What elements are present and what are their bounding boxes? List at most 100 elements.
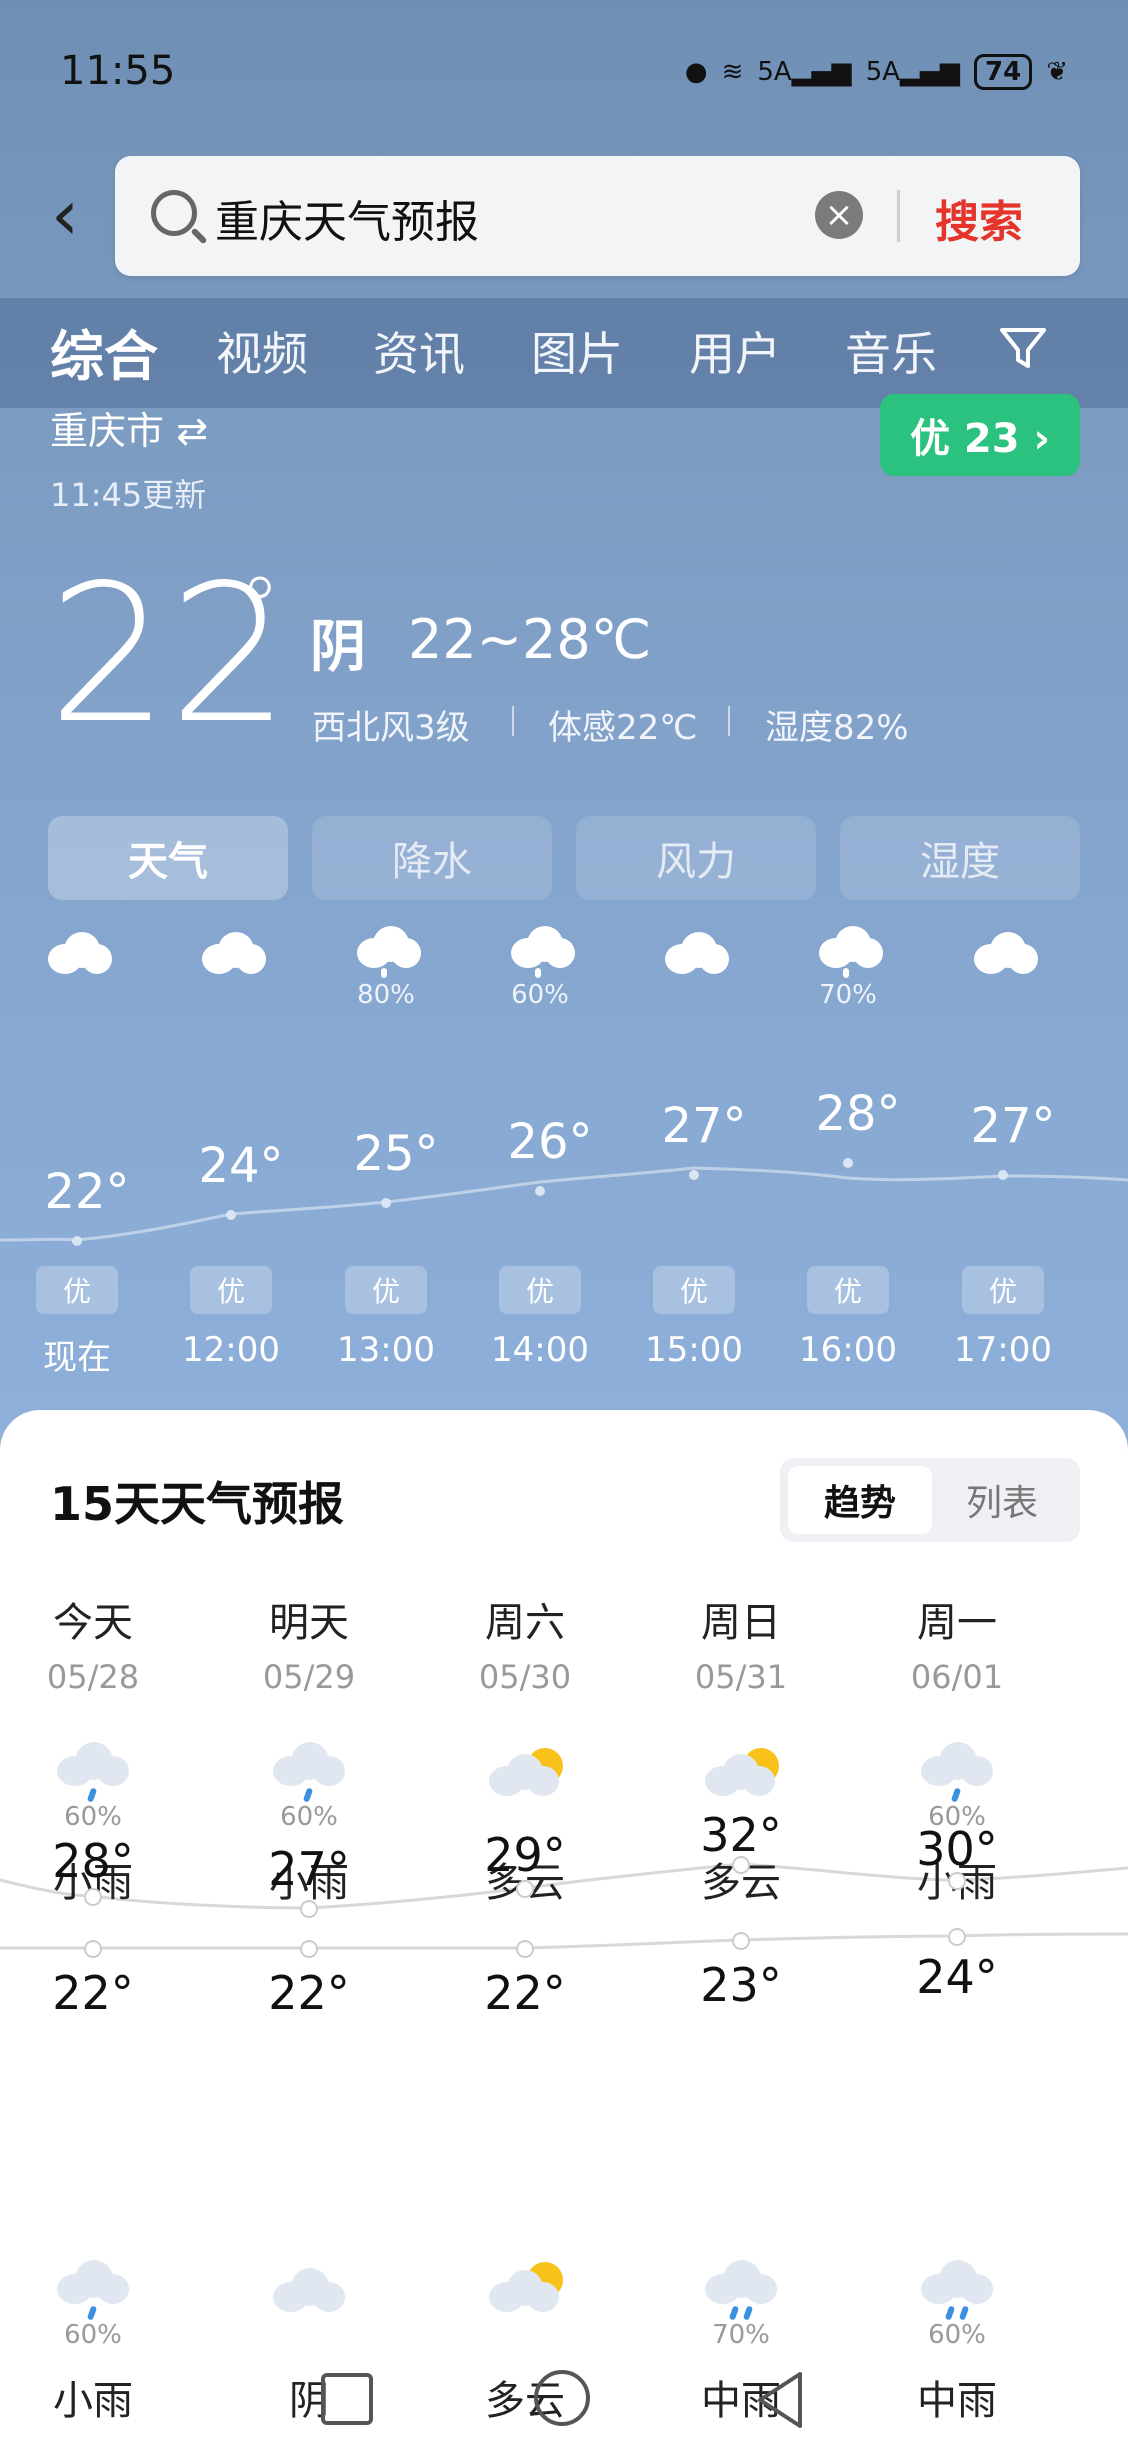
back-nav-button[interactable] [750, 2370, 810, 2430]
day-high: 28° [52, 1834, 134, 1888]
day-high: 30° [916, 1822, 998, 1876]
hourly-dot [998, 1170, 1008, 1180]
trend-toggle[interactable]: 趋势 [788, 1466, 932, 1534]
rain-cloud-icon [53, 2260, 133, 2321]
rain-cloud-icon [505, 926, 575, 978]
current-temp-degree: ° [240, 560, 280, 653]
search-input[interactable]: 重庆天气预报 [215, 186, 479, 250]
filter-icon[interactable] [998, 322, 1048, 372]
cloud-icon [968, 930, 1038, 974]
divider [897, 190, 900, 242]
high-dot [732, 1856, 750, 1874]
hourly-item: 70% [788, 926, 908, 1010]
list-toggle[interactable]: 列表 [932, 1466, 1072, 1534]
status-icons: ● ≋ 5A▂▄▆ 5A▂▄▆ 74 ❦ [685, 54, 1068, 90]
rain-cloud-icon [351, 926, 421, 978]
metric-tab-precip[interactable]: 降水 [312, 816, 552, 900]
low-dot [732, 1932, 750, 1950]
hourly-dot [72, 1236, 82, 1246]
tab-images[interactable]: 图片 [531, 318, 623, 384]
hourly-item [943, 930, 1063, 1010]
hourly-item [634, 930, 754, 1010]
hourly-dot [843, 1158, 853, 1168]
feels-like: 体感22℃ [548, 708, 698, 748]
recent-apps-button[interactable] [318, 2370, 378, 2430]
wind: 西北风3级 [312, 708, 470, 748]
day-low: 24° [916, 1950, 998, 2004]
metric-tab-humidity[interactable]: 湿度 [840, 816, 1080, 900]
meta-divider [728, 706, 730, 736]
current-condition: 阴 [310, 615, 366, 680]
day-high: 32° [700, 1808, 782, 1862]
hourly-item [17, 930, 137, 1010]
home-button[interactable] [532, 2370, 596, 2430]
night-column: 60% 小雨 [13, 2260, 173, 2426]
search-button[interactable]: 搜索 [935, 186, 1023, 250]
hourly-temp: 25° [353, 1126, 439, 1182]
tab-music[interactable]: 音乐 [845, 318, 937, 384]
hourly-temp: 27° [970, 1098, 1056, 1154]
cloud-icon [659, 930, 729, 974]
humidity: 湿度82% [765, 708, 909, 748]
hourly-temp: 28° [815, 1086, 901, 1142]
hourly-aq-badge: 优 [807, 1266, 889, 1314]
hourly-item [171, 930, 291, 1010]
tab-all[interactable]: 综合 [50, 312, 158, 391]
cloud-icon [196, 930, 266, 974]
day-low: 22° [52, 1966, 134, 2020]
search-icon [151, 190, 197, 236]
battery-icon: 74 [974, 54, 1033, 90]
low-dot [300, 1940, 318, 1958]
tab-news[interactable]: 资讯 [373, 318, 465, 384]
tab-video[interactable]: 视频 [216, 318, 308, 384]
rain-cloud-icon [269, 1742, 349, 1803]
hourly-item: 80% [326, 926, 446, 1010]
rain-cloud-icon [917, 2260, 997, 2321]
clear-icon[interactable]: × [815, 191, 863, 239]
hourly-item: 60% [480, 926, 600, 1010]
day-low: 22° [268, 1966, 350, 2020]
hourly-dot [689, 1170, 699, 1180]
low-dot [948, 1928, 966, 1946]
hourly-aq-badge: 优 [499, 1266, 581, 1314]
hourly-aq-badge: 优 [345, 1266, 427, 1314]
metric-tab-wind[interactable]: 风力 [576, 816, 816, 900]
tab-users[interactable]: 用户 [689, 318, 781, 384]
status-time: 11:55 [60, 48, 176, 94]
partly-cloudy-icon [485, 1742, 565, 1798]
aqi-badge[interactable]: 优 23 › [880, 394, 1080, 476]
day-high: 29° [484, 1828, 566, 1882]
high-dot [516, 1880, 534, 1898]
signal-icon: 5A▂▄▆ [757, 57, 852, 87]
hourly-aq-badge: 优 [190, 1266, 272, 1314]
hourly-time: 13:00 [337, 1330, 435, 1370]
hourly-time: 14:00 [491, 1330, 589, 1370]
search-box[interactable]: 重庆天气预报 × 搜索 [115, 156, 1080, 276]
low-dot [84, 1940, 102, 1958]
day-low: 22° [484, 1966, 566, 2020]
signal-icon-2: 5A▂▄▆ [865, 57, 961, 87]
rain-cloud-icon [813, 926, 883, 978]
hourly-temp: 22° [44, 1164, 130, 1220]
hourly-time: 15:00 [645, 1330, 743, 1370]
hourly-time: 17:00 [954, 1330, 1052, 1370]
high-dot [84, 1888, 102, 1906]
low-dot [516, 1940, 534, 1958]
wifi-icon: ≋ [721, 57, 744, 87]
city-switch[interactable]: 重庆市 ⇄ [50, 400, 208, 455]
cloud-icon [269, 2260, 349, 2316]
update-time: 11:45更新 [50, 476, 207, 514]
day-low: 23° [700, 1958, 782, 2012]
hourly-temp: 26° [507, 1114, 593, 1170]
day-high: 27° [268, 1842, 350, 1896]
hourly-aq-badge: 优 [653, 1266, 735, 1314]
forecast-title: 15天天气预报 [50, 1477, 345, 1531]
high-dot [300, 1900, 318, 1918]
hourly-dot [535, 1186, 545, 1196]
forecast-card: 15天天气预报 趋势 列表 今天 05/28 60% 小雨 明天 05/29 6… [0, 1410, 1128, 2444]
cloud-icon [42, 930, 112, 974]
meta-divider [512, 706, 514, 736]
back-button[interactable]: ‹ [40, 174, 90, 256]
metric-tab-weather[interactable]: 天气 [48, 816, 288, 900]
hourly-time: 12:00 [182, 1330, 280, 1370]
